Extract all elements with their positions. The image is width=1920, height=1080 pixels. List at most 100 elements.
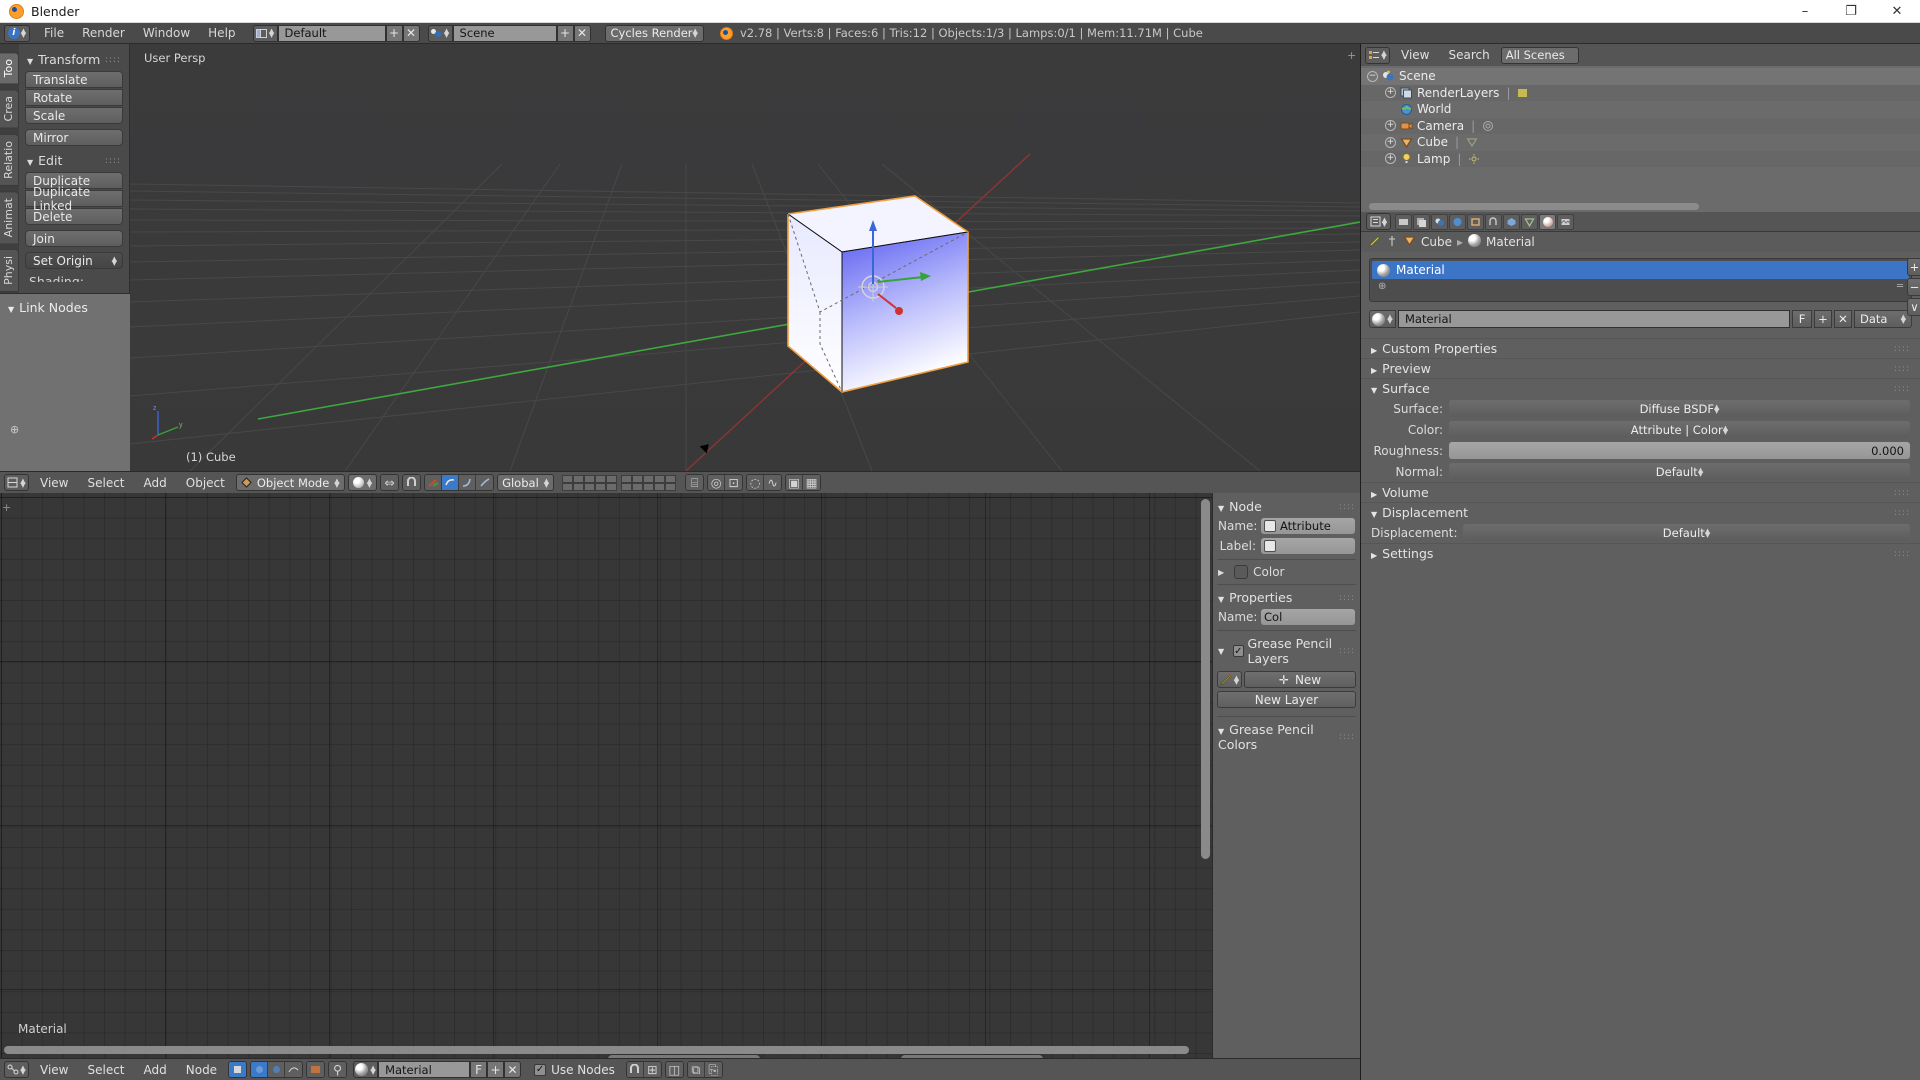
render-engine-dropdown[interactable]: Cycles Render ▲ ▼ (604, 24, 704, 42)
tab-animation[interactable]: Animat (0, 190, 19, 244)
outliner-horizontal-scrollbar[interactable] (1369, 203, 1699, 210)
displacement-dropdown[interactable]: Default ▲ ▼ (1463, 524, 1910, 541)
snap-node-icon[interactable] (626, 1062, 644, 1077)
use-nodes-checkbox[interactable]: ✓ (534, 1063, 547, 1076)
node-material-output-header[interactable]: Material Output (901, 1055, 1043, 1058)
delete-scene-button[interactable]: ✕ (573, 24, 591, 42)
view3d-menu-view[interactable]: View (32, 475, 76, 491)
view3d-menu-object[interactable]: Object (178, 475, 233, 491)
outliner-row-cube[interactable]: + Cube | (1361, 134, 1920, 151)
pencil-icon[interactable]: ▲ ▼ (1217, 671, 1242, 688)
node-panel-header[interactable]: ▼ Node :::: (1217, 497, 1356, 516)
node-editor-vertical-scrollbar[interactable] (1201, 499, 1210, 859)
transform-orientation-dropdown[interactable]: Global ▲ ▼ (497, 474, 555, 491)
menu-help[interactable]: Help (199, 24, 244, 42)
tab-tools[interactable]: Too (0, 52, 19, 85)
interaction-mode-dropdown[interactable]: Object Mode ▲ ▼ (235, 474, 345, 491)
data-tab-icon[interactable] (1521, 213, 1538, 230)
modifiers-tab-icon[interactable] (1503, 213, 1520, 230)
expand-icon[interactable]: + (1385, 120, 1396, 132)
new-material-button[interactable]: + (487, 1061, 505, 1078)
view3d-menu-select[interactable]: Select (79, 475, 132, 491)
duplicate-linked-button[interactable]: Duplicate Linked (25, 185, 123, 213)
properties-panel-header[interactable]: ▼ Properties :::: (1217, 588, 1356, 607)
node-label-input[interactable] (1261, 538, 1355, 554)
renderlayer-data-icon[interactable] (1516, 86, 1530, 100)
info-editor-type-button[interactable]: i ▲ ▼ (4, 24, 30, 42)
outliner-editor-type-button[interactable]: ▲ ▼ (1365, 46, 1390, 64)
scene-field[interactable]: Scene (452, 24, 557, 42)
surface-shader-dropdown[interactable]: Diffuse BSDF ▲ ▼ (1449, 400, 1910, 417)
camera-view-icon[interactable]: ▣ (786, 475, 804, 490)
transform-panel-header[interactable]: ▼ Transform :::: (25, 50, 123, 71)
fake-user-button[interactable]: F (470, 1061, 488, 1078)
scene-tab-icon[interactable] (1431, 213, 1448, 230)
delete-screen-layout-button[interactable]: ✕ (402, 24, 420, 42)
scene-icon[interactable]: ▲ ▼ (427, 24, 453, 42)
scale-manipulator-icon[interactable] (459, 475, 477, 490)
outliner-tree[interactable]: − Scene + RenderLayers | World + Camera … (1361, 66, 1920, 212)
3d-view-editor-type-button[interactable]: ▲ ▼ (4, 474, 29, 491)
lock-to-scene-button[interactable]: ⌸ (685, 474, 705, 491)
pivot-point-dropdown[interactable]: ⇔ (380, 474, 400, 491)
tab-physics[interactable]: Physi (0, 248, 19, 292)
grease-pencil-new-layer-button[interactable]: New Layer (1217, 691, 1356, 708)
shader-type-icon[interactable] (251, 1062, 269, 1077)
viewport-render-icon[interactable]: ◎ (708, 475, 726, 490)
3d-viewport-canvas[interactable]: User Persp (1) Cube + z y (130, 44, 1360, 471)
node-color-swatch[interactable] (1234, 565, 1249, 579)
object-shader-icon[interactable] (229, 1062, 247, 1077)
grease-pencil-layers-header[interactable]: ▼ ✓ Grease Pencil Layers :::: (1217, 634, 1356, 668)
material-slot-selected[interactable]: Material (1372, 261, 1909, 279)
edit-panel-header[interactable]: ▼ Edit :::: (25, 151, 123, 172)
node-diffuse-bsdf[interactable]: Diffuse BSDF BSDF Color (608, 1055, 760, 1058)
outliner-menu-search[interactable]: Search (1440, 47, 1497, 63)
surface-color-dropdown[interactable]: Attribute | Color ▲ ▼ (1449, 421, 1910, 438)
node-editor-canvas[interactable]: + Attribute Color (0, 493, 1212, 1058)
surface-panel-header[interactable]: ▼ Surface :::: (1361, 378, 1920, 398)
slot-specials-button[interactable]: ∨ (1907, 298, 1920, 316)
custom-properties-panel-header[interactable]: ▶ Custom Properties :::: (1361, 338, 1920, 358)
properties-editor-type-button[interactable]: ▲ ▼ (1366, 213, 1391, 230)
translate-button[interactable]: Translate (25, 71, 123, 88)
grid-toggle-icon[interactable]: ▦ (803, 475, 821, 490)
edit-mode-toggle-icon[interactable] (1369, 235, 1381, 250)
node-snap-mode-icon[interactable]: ⊞ (643, 1062, 661, 1077)
rotate-manipulator-icon[interactable] (442, 475, 460, 490)
view3d-menu-add[interactable]: Add (136, 475, 175, 491)
volume-panel-header[interactable]: ▶ Volume :::: (1361, 482, 1920, 502)
pivot-median-icon[interactable]: ⇔ (381, 475, 399, 490)
join-button[interactable]: Join (25, 230, 123, 247)
mirror-button[interactable]: Mirror (25, 129, 123, 146)
material-tab-icon[interactable] (1539, 213, 1556, 230)
opengl-render-icon[interactable]: ⊡ (725, 475, 743, 490)
world-shader-icon[interactable] (268, 1062, 286, 1077)
rotate-button[interactable]: Rotate (25, 89, 123, 106)
render-tab-icon[interactable] (1395, 213, 1412, 230)
new-material-button[interactable]: + (1814, 310, 1832, 328)
node-material-output[interactable]: Material Output Surface Volume Displacem… (901, 1055, 1043, 1058)
expand-icon[interactable]: + (1385, 87, 1396, 99)
screen-layout-icon[interactable]: ▲ ▼ (252, 24, 278, 42)
link-input-icon[interactable]: ⊕ (10, 423, 19, 436)
collapse-icon[interactable]: − (1367, 70, 1378, 82)
pin-icon[interactable]: ⚲ (329, 1062, 347, 1077)
outliner-row-camera[interactable]: + Camera | (1361, 117, 1920, 134)
scale-button[interactable]: Scale (25, 107, 123, 124)
tab-create[interactable]: Crea (0, 89, 19, 129)
grease-pencil-colors-header[interactable]: ▼ Grease Pencil Colors :::: (1217, 720, 1356, 754)
node-diffuse-bsdf-header[interactable]: Diffuse BSDF (608, 1055, 760, 1058)
material-slot-icon[interactable] (307, 1062, 325, 1077)
translate-manipulator-icon[interactable] (425, 475, 443, 490)
object-tab-icon[interactable] (1467, 213, 1484, 230)
settings-panel-header[interactable]: ▶ Settings :::: (1361, 543, 1920, 563)
node-material-name-field[interactable]: Material (378, 1061, 471, 1078)
add-slot-button[interactable]: + (1907, 258, 1920, 276)
grease-pencil-layers-checkbox[interactable]: ✓ (1233, 645, 1244, 657)
viewport-shading-dropdown[interactable]: ▲ ▼ (347, 474, 378, 491)
node-menu-select[interactable]: Select (79, 1062, 132, 1078)
pin-id-icon[interactable] (1386, 235, 1398, 250)
falloff-icon[interactable]: ∿ (764, 475, 782, 490)
unlink-material-button[interactable]: ✕ (1834, 310, 1852, 328)
texture-tab-icon[interactable] (1557, 213, 1574, 230)
